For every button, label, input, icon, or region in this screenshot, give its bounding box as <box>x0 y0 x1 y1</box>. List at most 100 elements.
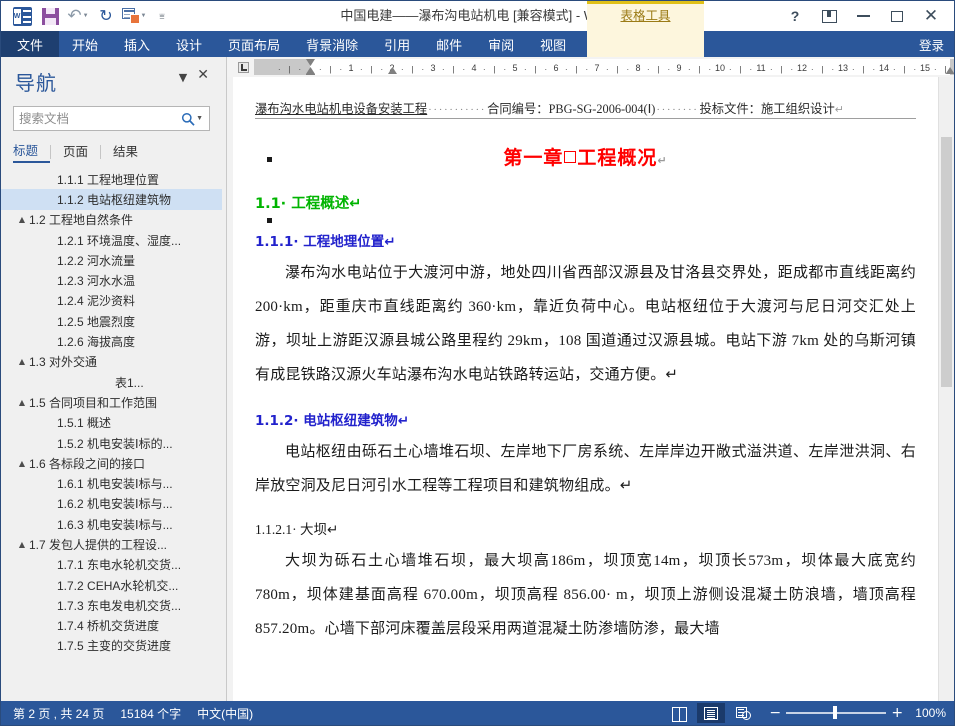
customize-quick-access-icon[interactable]: ⩸ <box>149 4 175 28</box>
nav-tree-item[interactable]: ·1.1.2 电站枢纽建筑物 <box>1 189 222 209</box>
nav-tree-item[interactable]: ▲1.6 各标段之间的接口 <box>1 453 222 473</box>
nav-tree-item[interactable]: ·表1... <box>1 372 222 392</box>
ruler-tick: · <box>483 66 486 72</box>
tab-view[interactable]: 视图 <box>527 31 579 57</box>
tab-references[interactable]: 引用 <box>371 31 423 57</box>
zoom-out-button[interactable]: − <box>769 705 781 721</box>
nav-tree-item[interactable]: ·1.2.5 地震烈度 <box>1 311 222 331</box>
nav-tree-item[interactable]: ▲1.3 对外交通 <box>1 352 222 372</box>
tree-indent-spacer: · <box>43 439 57 448</box>
help-icon[interactable]: ? <box>778 3 812 29</box>
tab-remove-background[interactable]: 背景消除 <box>293 31 371 57</box>
nav-tab-pages[interactable]: 页面 <box>63 141 100 162</box>
print-layout-icon[interactable] <box>697 703 725 723</box>
chevron-down-icon[interactable]: ▼ <box>174 67 192 84</box>
vertical-scrollbar[interactable] <box>938 77 954 701</box>
paragraph-dam-description[interactable]: 大坝为砾石土心墙堆石坝，最大坝高186m，坝顶宽14m，坝顶长573m，坝体最大… <box>255 544 916 646</box>
save-icon[interactable] <box>37 4 63 28</box>
paragraph-geographic-location[interactable]: 瀑布沟水电站位于大渡河中游，地处四川省西部汉源县及甘洛县交界处，距成都市直线距离… <box>255 256 916 392</box>
collapse-triangle-icon[interactable]: ▲ <box>15 357 29 366</box>
horizontal-ruler[interactable]: 12345678910111213141517·|··|··|··|··|··|… <box>227 57 954 77</box>
ruler-tick: | <box>657 66 659 72</box>
ruler-tick: | <box>493 66 495 72</box>
redo-icon[interactable]: ↻ <box>93 4 119 28</box>
ruler-tick: | <box>534 66 536 72</box>
ruler-tick: · <box>749 66 752 72</box>
nav-tree-item[interactable]: ·1.7.2 CEHA水轮机交... <box>1 575 222 595</box>
nav-tree-item[interactable]: ·1.6.3 机电安装Ⅰ标与... <box>1 514 222 534</box>
web-layout-icon[interactable] <box>729 703 757 723</box>
tab-insert[interactable]: 插入 <box>111 31 163 57</box>
collapse-triangle-icon[interactable]: ▲ <box>15 459 29 468</box>
navigation-heading-tree[interactable]: ·1.1.1 工程地理位置·1.1.2 电站枢纽建筑物▲1.2 工程地自然条件·… <box>1 167 222 701</box>
ruler-tick: | <box>329 66 331 72</box>
language-indicator[interactable]: 中文(中国) <box>193 705 265 722</box>
nav-tree-item[interactable]: ·1.2.1 环境温度、湿度... <box>1 230 222 250</box>
nav-tree-item[interactable]: ·1.7.1 东电水轮机交货... <box>1 555 222 575</box>
nav-tab-results[interactable]: 结果 <box>113 141 150 162</box>
nav-tree-item-label: 1.5.1 概述 <box>57 414 111 431</box>
nav-tree-item-label: 1.5.2 机电安装Ⅰ标的... <box>57 435 173 452</box>
page-indicator[interactable]: 第 2 页 , 共 24 页 <box>9 705 116 722</box>
undo-icon[interactable]: ↶▼ <box>65 4 91 28</box>
nav-tree-item[interactable]: ·1.7.3 东电发电机交货... <box>1 595 222 615</box>
restore-icon[interactable] <box>880 3 914 29</box>
vertical-scrollbar-thumb[interactable] <box>941 137 952 387</box>
nav-tree-item[interactable]: ·1.5.1 概述 <box>1 413 222 433</box>
close-icon[interactable]: ✕ <box>192 67 214 83</box>
word-count[interactable]: 15184 个字 <box>116 705 193 722</box>
ruler-number: 11 <box>756 63 765 73</box>
minimize-icon[interactable] <box>846 3 880 29</box>
tab-review[interactable]: 审阅 <box>475 31 527 57</box>
tab-page-layout[interactable]: 页面布局 <box>215 31 293 57</box>
nav-tree-item[interactable]: ·1.2.4 泥沙资料 <box>1 291 222 311</box>
ruler-tick: · <box>872 66 875 72</box>
document-page[interactable]: 瀑布沟水电站机电设备安装工程 ··········· 合同编号：PBG-SG-2… <box>233 77 938 701</box>
left-tab-stop-icon[interactable] <box>232 57 254 77</box>
ruler-tick: | <box>903 66 905 72</box>
zoom-in-button[interactable]: + <box>891 705 903 721</box>
sign-in-button[interactable]: 登录 <box>919 31 954 57</box>
tab-home[interactable]: 开始 <box>59 31 111 57</box>
touch-mode-icon[interactable]: ▼ <box>121 4 147 28</box>
nav-tab-headings[interactable]: 标题 <box>13 140 50 163</box>
tab-design[interactable]: 设计 <box>163 31 215 57</box>
collapse-triangle-icon[interactable]: ▲ <box>15 540 29 549</box>
nav-tree-item[interactable]: ·1.2.6 海拔高度 <box>1 331 222 351</box>
nav-tree-item[interactable]: ·1.5.2 机电安装Ⅰ标的... <box>1 433 222 453</box>
ruler-tick: · <box>380 66 383 72</box>
ruler-strip[interactable]: 12345678910111213141517·|··|··|··|··|··|… <box>254 57 954 77</box>
search-document-box[interactable]: ▼ <box>13 106 210 131</box>
ribbon-display-options-icon[interactable] <box>812 3 846 29</box>
search-options-chevron-down-icon[interactable]: ▼ <box>196 115 209 122</box>
zoom-slider[interactable] <box>786 712 886 714</box>
collapse-triangle-icon[interactable]: ▲ <box>15 215 29 224</box>
nav-tree-item[interactable]: ▲1.5 合同项目和工作范围 <box>1 392 222 412</box>
tab-file[interactable]: 文件 <box>1 31 59 57</box>
nav-tree-item[interactable]: ·1.6.1 机电安装Ⅰ标与... <box>1 473 222 493</box>
tab-mailings[interactable]: 邮件 <box>423 31 475 57</box>
nav-tree-item[interactable]: ·1.2.2 河水流量 <box>1 250 222 270</box>
nav-tree-item[interactable]: ▲1.2 工程地自然条件 <box>1 210 222 230</box>
ruler-tick: · <box>934 66 937 72</box>
tree-indent-spacer: · <box>43 418 57 427</box>
zoom-control[interactable]: − + <box>769 705 903 721</box>
nav-tree-item[interactable]: ·1.1.1 工程地理位置 <box>1 169 222 189</box>
nav-tree-item-label: 1.6.1 机电安装Ⅰ标与... <box>57 475 173 492</box>
ruler-tick: · <box>831 66 834 72</box>
read-mode-icon[interactable] <box>665 703 693 723</box>
nav-tree-item[interactable]: ·1.7.4 桥机交货进度 <box>1 616 222 636</box>
close-icon[interactable]: ✕ <box>914 3 948 29</box>
zoom-slider-thumb[interactable] <box>833 706 837 719</box>
nav-tree-item[interactable]: ·1.7.5 主变的交货进度 <box>1 636 222 656</box>
nav-tree-item[interactable]: ·1.6.2 机电安装Ⅰ标与... <box>1 494 222 514</box>
nav-tree-item[interactable]: ▲1.7 发包人提供的工程设... <box>1 534 222 554</box>
paragraph-hub-structures[interactable]: 电站枢纽由砾石土心墙堆石坝、左岸地下厂房系统、左岸岸边开敞式溢洪道、左岸泄洪洞、… <box>255 435 916 503</box>
zoom-level[interactable]: 100% <box>909 706 946 720</box>
left-indent-marker[interactable] <box>306 74 315 75</box>
search-icon[interactable] <box>180 107 196 130</box>
word-logo-icon[interactable] <box>9 4 35 28</box>
collapse-triangle-icon[interactable]: ▲ <box>15 398 29 407</box>
nav-tree-item[interactable]: ·1.2.3 河水水温 <box>1 270 222 290</box>
search-input[interactable] <box>14 112 180 126</box>
